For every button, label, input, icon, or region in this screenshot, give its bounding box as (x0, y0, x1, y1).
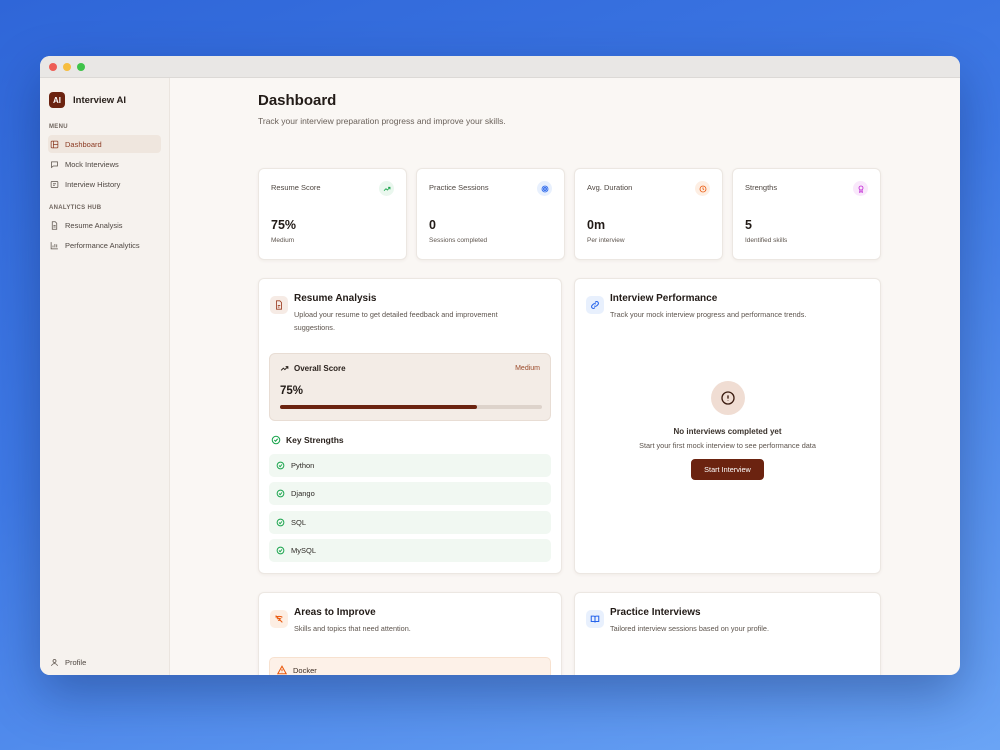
message-icon (51, 161, 58, 168)
stat-card-resume-score: Resume Score 75% Medium (258, 168, 407, 260)
app-name: Interview AI (73, 94, 126, 106)
stat-card-strengths: Strengths 5 Identified skills (732, 168, 881, 260)
stat-value: 0 (429, 218, 436, 232)
card-title: Resume Analysis (294, 293, 377, 304)
start-interview-button[interactable]: Start Interview (691, 459, 764, 480)
stat-label: Practice Sessions (429, 183, 489, 192)
info-icon (711, 381, 745, 415)
bar-chart-icon (50, 241, 58, 249)
overall-score-label: Overall Score (294, 364, 346, 373)
strength-item: SQL (269, 510, 551, 534)
stat-value: 5 (745, 218, 752, 232)
improve-label: Docker (293, 665, 317, 675)
overall-score-panel: Overall Score Medium 75% (269, 353, 551, 421)
sidebar-item-resume-analysis[interactable]: Resume Analysis (48, 216, 161, 234)
sidebar-item-dashboard[interactable]: Dashboard (48, 135, 161, 153)
minimize-window-button[interactable] (63, 62, 71, 71)
app-logo: AI (49, 92, 65, 108)
sidebar-item-interview-history[interactable]: Interview History (48, 175, 161, 193)
sidebar-item-label: Interview History (65, 179, 121, 189)
clock-icon (695, 181, 710, 196)
target-icon (537, 181, 552, 196)
trending-up-icon (379, 181, 394, 196)
empty-state-title: No interviews completed yet (673, 427, 782, 436)
app-window: AI Interview AI MENU Dashboard Mock Inte… (40, 56, 960, 675)
strength-label: Python (291, 461, 315, 470)
card-title: Practice Interviews (610, 607, 701, 618)
link-icon (586, 296, 604, 314)
window-titlebar (40, 56, 960, 78)
close-window-button[interactable] (49, 62, 57, 71)
overall-score-heading: Overall Score (280, 364, 346, 373)
empty-state-subtitle: Start your first mock interview to see p… (639, 441, 816, 450)
improve-item: Docker (269, 657, 551, 675)
interview-performance-card: Interview Performance Track your mock in… (574, 278, 881, 574)
strength-item: Python (269, 454, 551, 477)
score-level-badge: Medium (515, 365, 540, 372)
stat-label: Resume Score (271, 183, 321, 192)
strength-item: MySQL (269, 538, 551, 562)
brand[interactable]: AI Interview AI (48, 92, 161, 108)
sidebar-item-label: Resume Analysis (65, 220, 123, 230)
stat-note: Identified skills (745, 237, 788, 244)
sidebar-item-mock-interviews[interactable]: Mock Interviews (48, 155, 161, 173)
card-description: Upload your resume to get detailed feedb… (294, 310, 498, 332)
analytics-section-label: ANALYTICS HUB (49, 205, 102, 211)
strength-label: SQL (291, 517, 307, 527)
maximize-window-button[interactable] (77, 62, 85, 71)
check-circle-icon (276, 489, 285, 498)
stat-note: Medium (271, 237, 295, 244)
sidebar-item-profile[interactable]: Profile (50, 658, 86, 667)
trending-up-icon (280, 366, 289, 371)
file-icon (270, 296, 288, 314)
strength-label: Django (291, 489, 315, 499)
warning-icon (277, 665, 287, 675)
check-circle-icon (276, 461, 285, 470)
card-title: Areas to Improve (294, 607, 376, 618)
book-icon (586, 610, 604, 628)
resume-analysis-card: Resume Analysis Upload your resume to ge… (258, 278, 562, 574)
card-title: Interview Performance (610, 293, 718, 304)
stat-label: Strengths (745, 183, 778, 192)
main-content: Dashboard Track your interview preparati… (170, 78, 960, 675)
key-strengths-heading: Key Strengths (271, 435, 344, 445)
check-circle-icon (271, 435, 281, 445)
stat-note: Sessions completed (429, 237, 488, 244)
sidebar-item-label: Mock Interviews (65, 159, 119, 169)
areas-to-improve-card: Areas to Improve Skills and topics that … (258, 592, 562, 675)
sidebar-item-label: Dashboard (65, 139, 102, 149)
strength-item: Django (269, 482, 551, 506)
stat-card-practice-sessions: Practice Sessions 0 Sessions completed (416, 168, 565, 260)
strengths-list: Python Django SQL MySQL (269, 454, 551, 567)
check-circle-icon (276, 546, 285, 555)
menu-section-label: MENU (49, 124, 68, 130)
stat-value: 0m (587, 218, 606, 232)
key-strengths-label: Key Strengths (286, 435, 344, 445)
card-description: Track your mock interview progress and p… (610, 310, 807, 319)
dashboard-icon (50, 140, 59, 148)
profile-label: Profile (65, 658, 87, 667)
score-progress-fill (280, 405, 477, 409)
sidebar-item-label: Performance Analytics (65, 240, 140, 250)
award-icon (853, 181, 868, 196)
page-subtitle: Track your interview preparation progres… (258, 116, 506, 126)
user-icon (51, 659, 58, 666)
strength-label: MySQL (291, 545, 317, 555)
practice-interviews-card: Practice Interviews Tailored interview s… (574, 592, 881, 675)
sidebar-item-performance-analytics[interactable]: Performance Analytics (48, 236, 161, 254)
overall-score-value: 75% (280, 385, 304, 397)
history-icon (50, 180, 59, 188)
stat-value: 75% (271, 218, 297, 232)
card-description: Skills and topics that need attention. (294, 624, 411, 633)
score-progress-bar (280, 405, 542, 409)
signal-icon (270, 610, 288, 628)
sidebar: AI Interview AI MENU Dashboard Mock Inte… (40, 78, 170, 675)
document-icon (51, 220, 58, 230)
card-description: Tailored interview sessions based on you… (610, 624, 769, 633)
check-circle-icon (276, 518, 285, 526)
stat-note: Per interview (587, 237, 625, 244)
page-title: Dashboard (258, 92, 337, 109)
stat-card-avg-duration: Avg. Duration 0m Per interview (574, 168, 723, 260)
stat-label: Avg. Duration (587, 183, 633, 192)
